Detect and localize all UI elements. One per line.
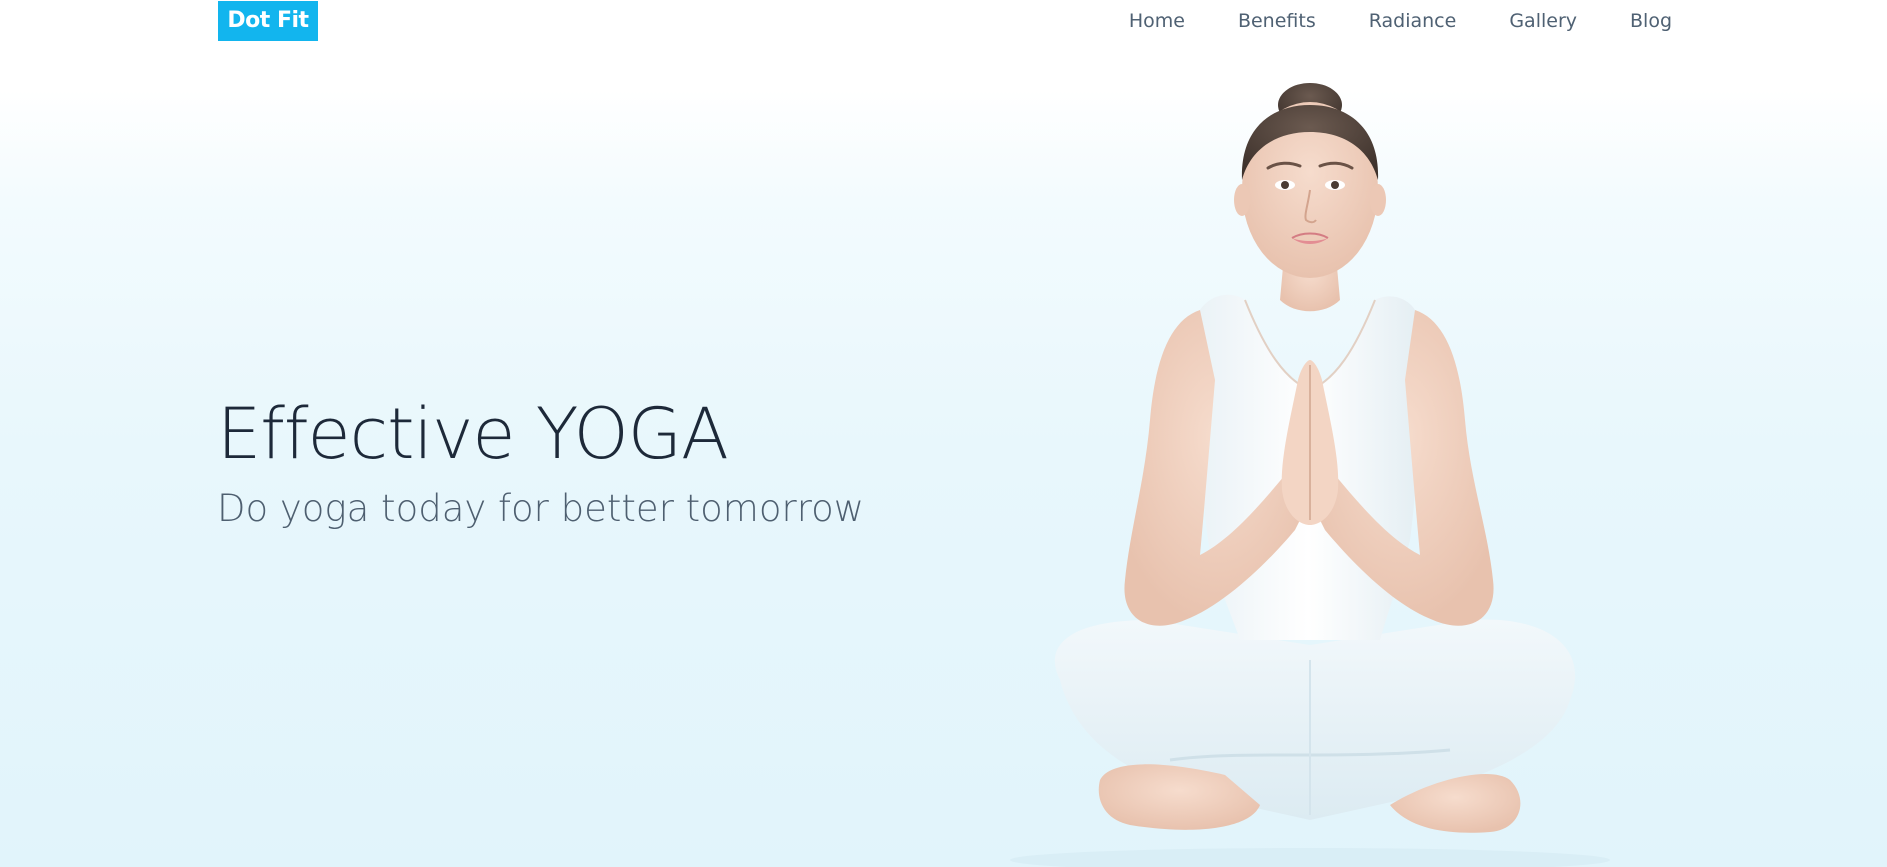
nav-item-gallery[interactable]: Gallery <box>1509 10 1577 32</box>
yoga-woman-image <box>1010 60 1650 867</box>
brand-logo[interactable]: Dot Fit <box>218 1 318 41</box>
nav-item-benefits[interactable]: Benefits <box>1238 10 1316 32</box>
nav-item-blog[interactable]: Blog <box>1630 10 1672 32</box>
main-nav: Home Benefits Radiance Gallery Blog <box>1076 0 1672 42</box>
landing-page: Dot Fit Home Benefits Radiance Gallery B… <box>0 0 1887 867</box>
hero-title: Effective YOGA <box>217 393 729 475</box>
hero-section: Effective YOGA Do yoga today for better … <box>217 392 864 534</box>
site-header: Dot Fit Home Benefits Radiance Gallery B… <box>0 0 1887 58</box>
nav-item-home[interactable]: Home <box>1129 10 1185 32</box>
hero-subtitle: Do yoga today for better tomorrow <box>217 487 864 530</box>
yoga-woman-illustration <box>1010 83 1610 867</box>
nav-item-radiance[interactable]: Radiance <box>1369 10 1457 32</box>
